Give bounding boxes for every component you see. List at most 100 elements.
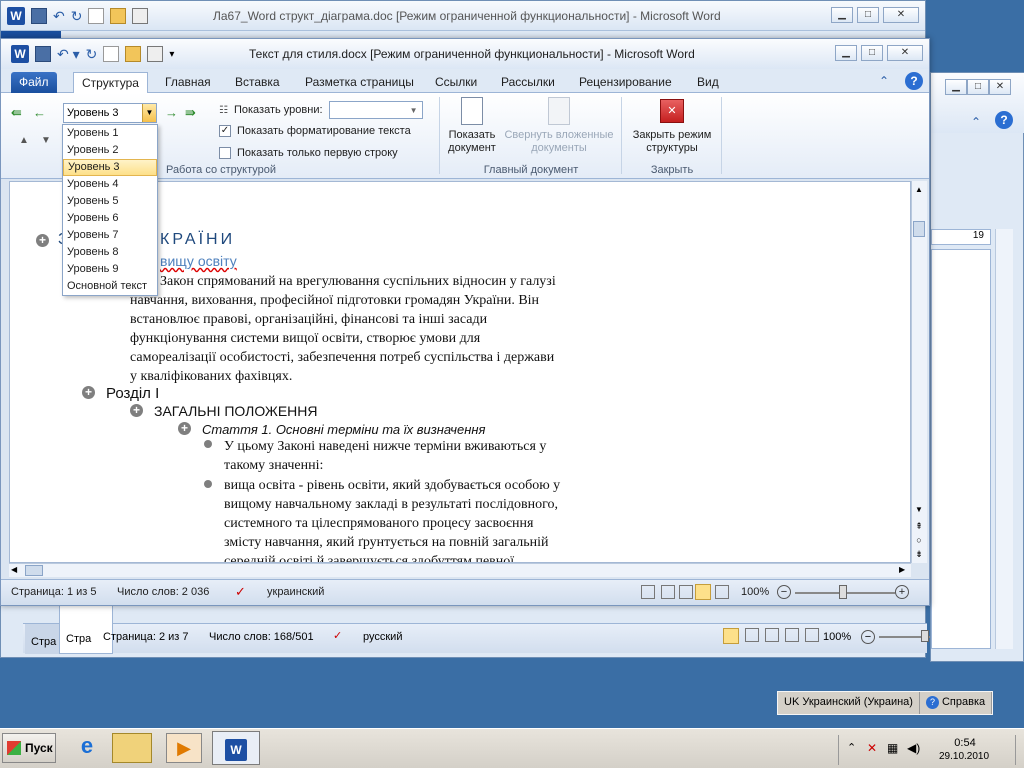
expand-collapse-icon[interactable]: + [36, 234, 49, 247]
close-icon[interactable]: ✕ [883, 7, 919, 23]
show-levels-combo[interactable]: ▼ [328, 101, 423, 119]
hscroll-thumb[interactable] [25, 565, 43, 576]
tab-review[interactable]: Рецензирование [571, 72, 680, 93]
level-option[interactable]: Уровень 4 [63, 176, 157, 193]
action-center-icon[interactable]: ✕ [867, 741, 877, 755]
horizontal-scrollbar[interactable]: ◀ ▶ [9, 563, 911, 577]
chevron-down-icon[interactable]: ▼ [142, 104, 156, 122]
demote-to-body-icon[interactable]: ⇛ [185, 105, 196, 121]
tab-page-layout[interactable]: Разметка страницы [297, 72, 422, 93]
level-option-selected[interactable]: Уровень 3 [63, 159, 157, 176]
move-down-icon[interactable]: ▼ [41, 135, 51, 146]
status-word-count[interactable]: Число слов: 2 036 [117, 586, 209, 598]
main-titlebar[interactable]: W ↶ ▾ ↻ ▾ Текст для стиля.docx [Режим ог… [1, 39, 929, 69]
level-option[interactable]: Уровень 7 [63, 227, 157, 244]
outline-view-icon[interactable] [695, 584, 711, 600]
tab-file[interactable]: Файл [11, 72, 57, 93]
back-zoom-thumb[interactable] [921, 630, 929, 642]
right-vertical-scrollbar[interactable] [995, 229, 1013, 649]
show-first-line-checkbox[interactable] [219, 147, 231, 159]
minimize-ribbon-icon[interactable]: ⌃ [879, 74, 889, 88]
level-option[interactable]: Уровень 2 [63, 142, 157, 159]
outline-level-combo[interactable]: Уровень 3 ▼ [63, 103, 157, 123]
status-language[interactable]: украинский [267, 586, 324, 598]
explorer-folder-icon[interactable] [112, 733, 152, 763]
spellcheck-icon[interactable]: ✓ [235, 584, 246, 600]
level-option[interactable]: Основной текст [63, 278, 157, 295]
draft-view-icon[interactable] [715, 585, 729, 599]
scroll-right-icon[interactable]: ▶ [899, 565, 905, 574]
new-document-icon[interactable] [88, 8, 105, 24]
tab-insert[interactable]: Вставка [227, 72, 288, 93]
demote-icon[interactable]: → [165, 105, 178, 120]
collapse-subdocuments-button[interactable]: Свернуть вложенные документы [501, 97, 617, 155]
zoom-out-icon[interactable]: − [861, 630, 875, 644]
maximize-icon[interactable]: □ [967, 79, 989, 95]
scroll-up-icon[interactable]: ▲ [913, 185, 925, 197]
tab-view[interactable]: Вид [689, 72, 727, 93]
minimize-icon[interactable]: ▁ [945, 79, 967, 95]
scroll-thumb[interactable] [913, 221, 925, 237]
language-indicator[interactable]: UK Украинский (Украина) [778, 692, 920, 714]
back-window-titlebar[interactable]: W ↶ ↻ Ла67_Word структ_діаграма.doc [Реж… [1, 1, 925, 31]
right-back-window[interactable]: ▁ □ ✕ ⌃ ? 19 [930, 72, 1024, 662]
expand-collapse-icon[interactable]: + [178, 422, 191, 435]
maximize-icon[interactable]: □ [857, 7, 879, 23]
zoom-out-icon[interactable]: − [777, 585, 791, 599]
level-option[interactable]: Уровень 8 [63, 244, 157, 261]
level-option[interactable]: Уровень 9 [63, 261, 157, 278]
reading-layout-icon[interactable] [745, 628, 759, 642]
word-taskbar-button[interactable]: W [212, 731, 260, 765]
close-icon[interactable]: ✕ [989, 79, 1011, 95]
show-desktop-button[interactable] [1015, 735, 1024, 765]
expand-ribbon-icon[interactable]: ⌃ [971, 115, 981, 129]
undo-icon[interactable]: ↶ [53, 8, 65, 25]
show-first-line-row[interactable]: Показать только первую строку [219, 147, 398, 159]
start-button[interactable]: Пуск [2, 733, 56, 763]
body-bullet-icon[interactable] [204, 440, 212, 448]
level-option[interactable]: Уровень 1 [63, 125, 157, 142]
tab-mailings[interactable]: Рассылки [493, 72, 563, 93]
web-layout-icon[interactable] [679, 585, 693, 599]
customize-toolbar-icon[interactable]: ▾ [169, 49, 174, 60]
show-hidden-icons-icon[interactable]: ⌃ [847, 741, 856, 754]
media-player-icon[interactable]: ▶ [166, 733, 202, 763]
expand-collapse-icon[interactable]: + [130, 404, 143, 417]
close-outline-button[interactable]: ✕ Закрыть режим структуры [627, 97, 717, 155]
clock-date[interactable]: 29.10.2010 [939, 751, 989, 762]
save-icon[interactable] [35, 46, 51, 62]
scroll-down-icon[interactable]: ▼ [913, 505, 925, 517]
promote-icon[interactable]: ← [33, 105, 46, 120]
tab-outline[interactable]: Структура [73, 72, 148, 94]
help-button[interactable]: ? Справка [920, 692, 993, 714]
level-option[interactable]: Уровень 6 [63, 210, 157, 227]
move-up-icon[interactable]: ▲ [19, 135, 29, 146]
maximize-icon[interactable]: □ [861, 45, 883, 61]
promote-to-heading1-icon[interactable]: ⇚ [11, 105, 22, 121]
minimize-icon[interactable]: ▁ [831, 7, 853, 23]
undo-icon[interactable]: ↶ ▾ [57, 46, 80, 63]
close-icon[interactable]: ✕ [887, 45, 923, 61]
vertical-scrollbar[interactable]: ▲ ▼ ⇞ ○ ⇟ [911, 181, 927, 563]
expand-collapse-icon[interactable]: + [82, 386, 95, 399]
show-formatting-checkbox[interactable]: ✓ [219, 125, 231, 137]
redo-icon[interactable]: ↻ [86, 46, 98, 63]
print-layout-icon[interactable] [723, 628, 739, 644]
open-icon[interactable] [125, 46, 142, 62]
previous-page-icon[interactable]: ⇞ [913, 521, 925, 533]
volume-icon[interactable]: ◀) [907, 741, 920, 755]
level-option[interactable]: Уровень 5 [63, 193, 157, 210]
redo-icon[interactable]: ↻ [71, 8, 83, 25]
draft-view-icon[interactable] [805, 628, 819, 642]
print-preview-icon[interactable] [132, 8, 149, 24]
print-layout-icon[interactable] [641, 585, 655, 599]
body-bullet-icon[interactable] [204, 480, 212, 488]
save-icon[interactable] [31, 8, 47, 24]
minimize-icon[interactable]: ▁ [835, 45, 857, 61]
status-page[interactable]: Страница: 1 из 5 [11, 586, 97, 598]
help-icon[interactable]: ? [905, 72, 923, 90]
tab-home[interactable]: Главная [157, 72, 219, 93]
help-icon[interactable]: ? [995, 111, 1013, 129]
browse-object-icon[interactable]: ○ [913, 535, 925, 547]
scroll-left-icon[interactable]: ◀ [11, 565, 17, 574]
